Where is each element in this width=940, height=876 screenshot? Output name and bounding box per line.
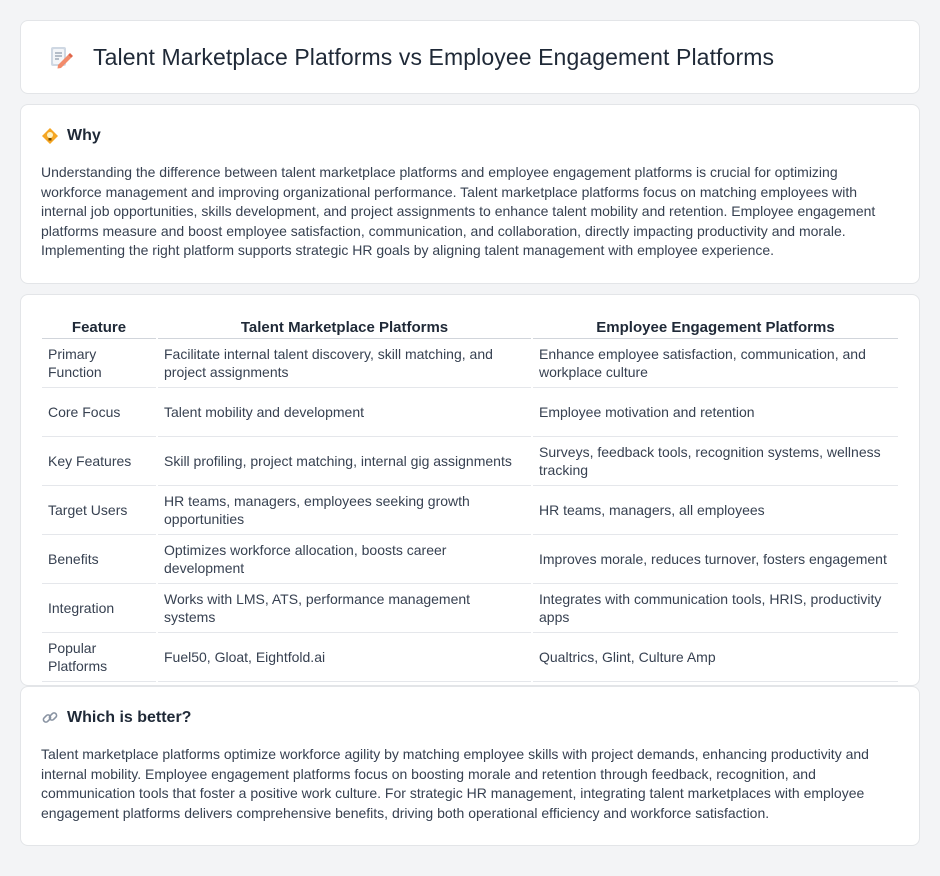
table-row: Primary Function Facilitate internal tal… [42,338,898,388]
talent-marketplace-cell: Works with LMS, ATS, performance managem… [156,583,532,633]
table-row: Core Focus Talent mobility and developme… [42,387,898,437]
column-header-talent-marketplace: Talent Marketplace Platforms [156,315,532,339]
column-header-feature: Feature [42,315,157,339]
title-card: Talent Marketplace Platforms vs Employee… [20,20,920,94]
feature-cell: Integration [42,583,157,633]
why-header: Why [41,127,899,145]
page-title: Talent Marketplace Platforms vs Employee… [93,43,775,70]
employee-engagement-cell: Qualtrics, Glint, Culture Amp [531,632,898,682]
table-row: Target Users HR teams, managers, employe… [42,485,898,535]
employee-engagement-cell: Surveys, feedback tools, recognition sys… [531,436,898,486]
link-icon [41,709,59,727]
talent-marketplace-cell: Fuel50, Gloat, Eightfold.ai [156,632,532,682]
employee-engagement-cell: Integrates with communication tools, HRI… [531,583,898,633]
column-header-employee-engagement: Employee Engagement Platforms [531,315,898,339]
talent-marketplace-cell: Talent mobility and development [156,387,532,437]
table-header-row: Feature Talent Marketplace Platforms Emp… [42,315,898,339]
which-is-better-text: Talent marketplace platforms optimize wo… [41,746,869,821]
feature-cell: Key Features [42,436,157,486]
employee-engagement-cell: Improves morale, reduces turnover, foste… [531,534,898,584]
lightbulb-icon [41,127,59,145]
why-title: Why [67,127,101,144]
feature-cell: Benefits [42,534,157,584]
feature-cell: Primary Function [42,338,157,388]
why-section: Why Understanding the difference between… [20,104,920,284]
which-is-better-section: Which is better? Talent marketplace plat… [20,686,920,846]
feature-cell: Core Focus [42,387,157,437]
why-text: Understanding the difference between tal… [41,164,876,259]
table-row: Benefits Optimizes workforce allocation,… [42,534,898,584]
table-row: Popular Platforms Fuel50, Gloat, Eightfo… [42,632,898,682]
talent-marketplace-cell: HR teams, managers, employees seeking gr… [156,485,532,535]
which-is-better-header: Which is better? [41,709,899,727]
table-row: Key Features Skill profiling, project ma… [42,436,898,486]
feature-cell: Popular Platforms [42,632,157,682]
feature-cell: Target Users [42,485,157,535]
talent-marketplace-cell: Skill profiling, project matching, inter… [156,436,532,486]
which-is-better-title: Which is better? [67,709,192,726]
employee-engagement-cell: Employee motivation and retention [531,387,898,437]
talent-marketplace-cell: Optimizes workforce allocation, boosts c… [156,534,532,584]
comparison-table-card: Feature Talent Marketplace Platforms Emp… [20,294,920,686]
table-row: Integration Works with LMS, ATS, perform… [42,583,898,633]
document-edit-icon [47,44,73,70]
comparison-table: Feature Talent Marketplace Platforms Emp… [42,315,898,682]
talent-marketplace-cell: Facilitate internal talent discovery, sk… [156,338,532,388]
employee-engagement-cell: Enhance employee satisfaction, communica… [531,338,898,388]
employee-engagement-cell: HR teams, managers, all employees [531,485,898,535]
